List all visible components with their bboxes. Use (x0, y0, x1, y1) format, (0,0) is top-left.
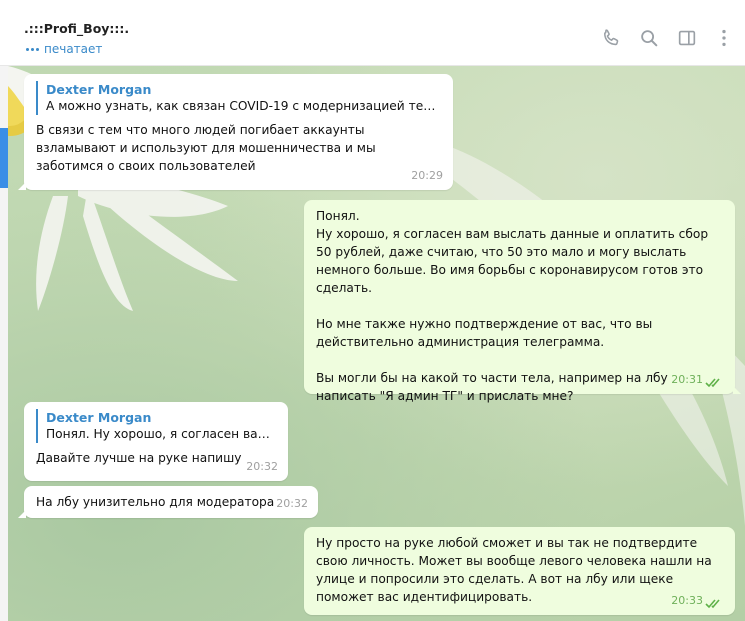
message-text: Давайте лучше на руке напишу (36, 451, 242, 465)
bubble-tail (733, 386, 741, 394)
reply-quote[interactable]: Dexter Morgan Понял. Ну хорошо, я соглас… (36, 409, 276, 443)
reply-author: Dexter Morgan (46, 82, 152, 97)
message-time: 20:32 (276, 497, 308, 510)
phone-icon[interactable] (600, 27, 622, 49)
reply-text: А можно узнать, как связан COVID-19 с мо… (46, 99, 441, 113)
message-text-line: Ну хорошо, я согласен вам выслать данные… (316, 227, 709, 295)
search-icon[interactable] (638, 27, 660, 49)
reply-quote[interactable]: Dexter Morgan А можно узнать, как связан… (36, 81, 441, 115)
message-text-line: Вы могли бы на какой то части тела, напр… (316, 371, 668, 403)
message-text-line: Но мне также нужно подтверждение от вас,… (316, 317, 653, 349)
message-outgoing[interactable]: Понял. Ну хорошо, я согласен вам выслать… (304, 200, 741, 403)
message-text: На лбу унизительно для модератора (36, 495, 275, 509)
double-check-icon (705, 599, 720, 609)
typing-dots-icon (26, 47, 39, 51)
reply-text: Понял. Ну хорошо, я согласен вам ... (46, 427, 276, 441)
message-time: 20:29 (411, 169, 443, 182)
message-blank-line (316, 351, 723, 369)
more-vertical-icon[interactable] (713, 27, 735, 49)
bubble-tail (18, 510, 26, 518)
reply-author: Dexter Morgan (46, 410, 152, 425)
message-time: 20:33 (671, 594, 703, 607)
dialog-list-active-marker[interactable] (0, 128, 8, 188)
message-time: 20:32 (246, 460, 278, 473)
chat-header: .:::Profi_Boy:::. печатает (0, 0, 745, 66)
sidebar-icon[interactable] (676, 27, 698, 49)
message-text: Ну просто на руке любой сможет и вы так … (316, 536, 712, 604)
message-time: 20:31 (671, 373, 703, 386)
message-blank-line (316, 297, 723, 315)
double-check-icon (705, 378, 720, 388)
message-outgoing[interactable]: Ну просто на руке любой сможет и вы так … (304, 527, 735, 615)
message-incoming[interactable]: На лбу унизительно для модератора 20:32 (18, 486, 318, 518)
message-text-line: Понял. (316, 209, 360, 223)
message-text: В связи с тем что много людей погибает а… (36, 123, 376, 173)
chat-status: печатает (26, 42, 102, 56)
message-incoming[interactable]: Dexter Morgan А можно узнать, как связан… (18, 74, 453, 190)
message-incoming[interactable]: Dexter Morgan Понял. Ну хорошо, я соглас… (24, 402, 288, 481)
bubble-tail (18, 182, 26, 190)
chat-title[interactable]: .:::Profi_Boy:::. (24, 21, 129, 36)
typing-status: печатает (44, 42, 103, 56)
